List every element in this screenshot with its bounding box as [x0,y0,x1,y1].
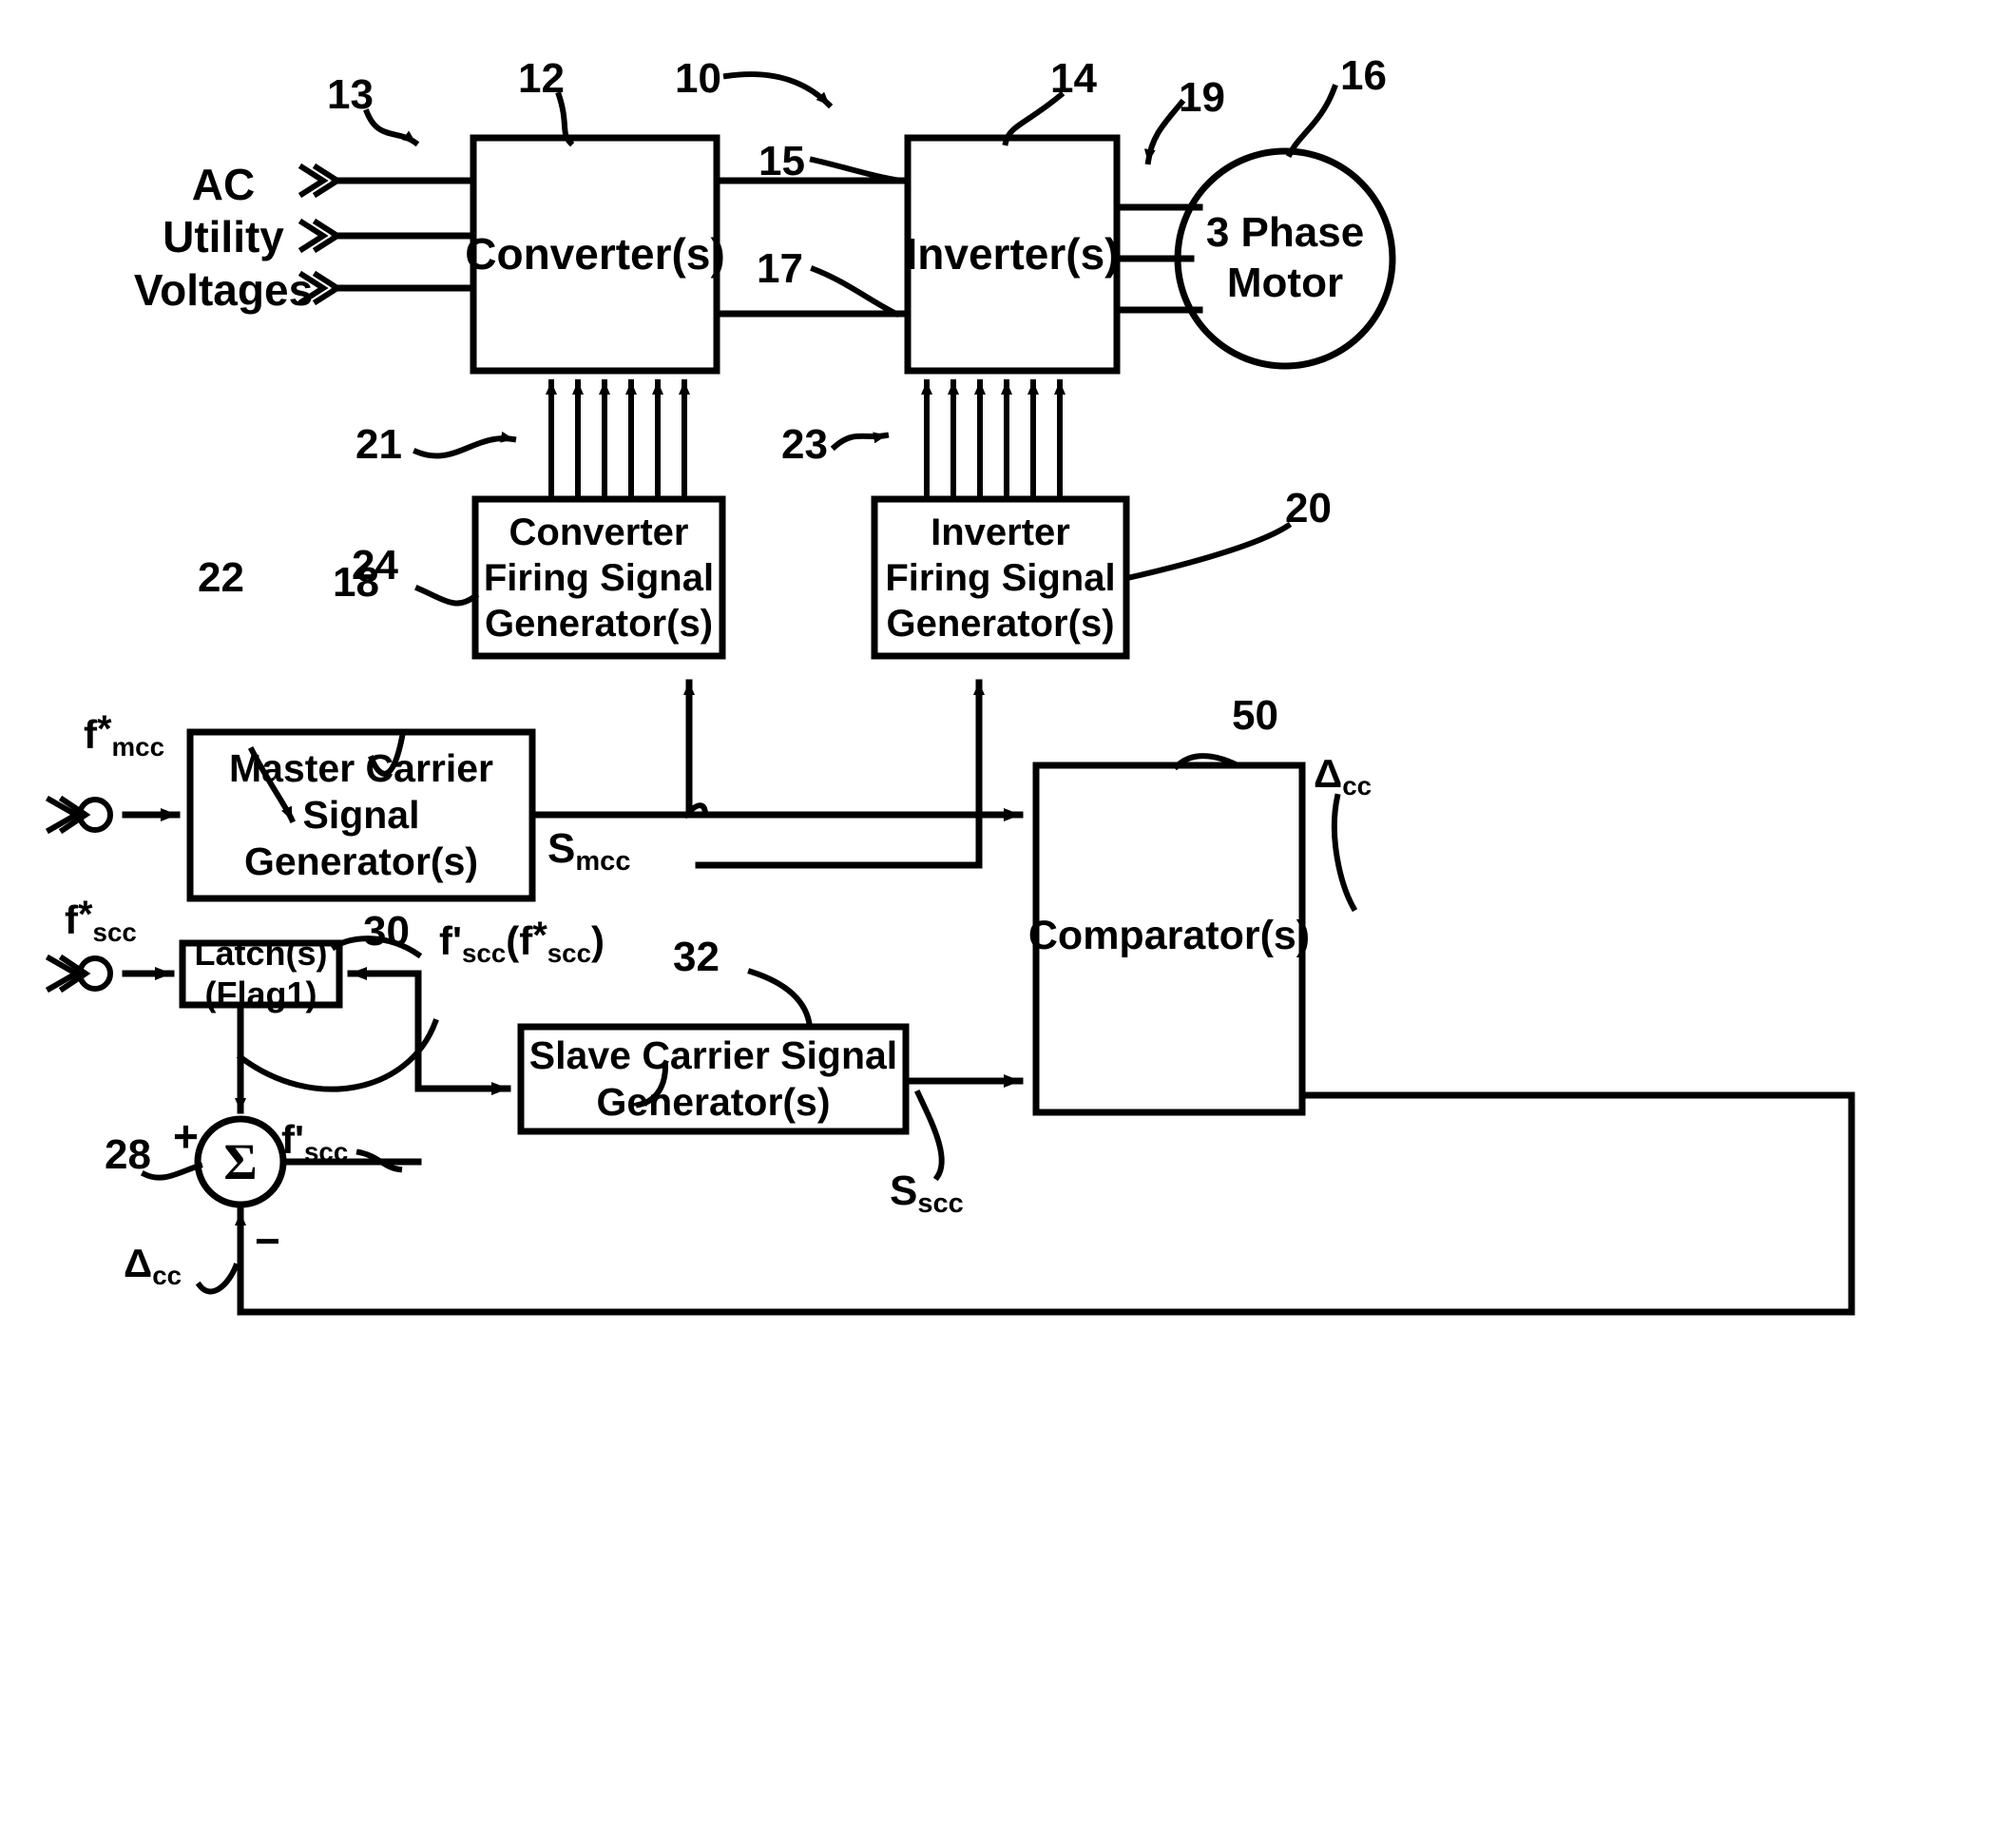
inverter-fsg-label: Inverter Firing Signal Generator(s) [885,511,1116,645]
slave-csg-label: Slave Carrier Signal Generator(s) [528,1032,898,1124]
signal-f-star-mcc: f*mcc [84,708,165,762]
master-csg-label: Master Carrier Signal Generator(s) [228,745,494,884]
ref-21: 21 [355,421,402,468]
ref-20: 20 [1285,485,1332,531]
signal-f-prime-scc: f'scc [281,1117,349,1167]
signal-s-scc: Sscc [890,1167,964,1220]
ref-10: 10 [675,55,721,102]
ac-utility-voltages-label: AC Utility Voltages [133,160,314,315]
signal-f-prime-scc-of-f-star-scc: f'scc(f*scc) [439,915,605,968]
patent-figure: AC Utility Voltages Converter(s) Inverte… [0,0,2016,1833]
ref-22: 22 [198,554,244,601]
ref-24: 24 [352,542,398,588]
ref-17: 17 [757,245,803,292]
motor-label: 3 Phase Motor [1205,209,1365,306]
signal-f-star-scc: f*scc [65,894,137,947]
ref-50: 50 [1232,692,1278,739]
ref-19: 19 [1179,74,1225,121]
ref-23: 23 [781,421,828,468]
summing-minus-sign: − [255,1216,280,1265]
ref-15: 15 [758,138,805,184]
comparator-label: Comparator(s) [1027,913,1311,959]
converter-block-label: Converter(s) [465,228,725,279]
signal-delta-cc-right: Δcc [1314,751,1373,801]
inverter-block-label: Inverter(s) [905,228,1120,279]
ref-28: 28 [105,1131,151,1178]
ref-32: 32 [673,934,720,980]
summing-plus-sign: + [173,1111,199,1161]
ref-12: 12 [518,55,565,102]
signal-delta-cc-left: Δcc [124,1241,182,1290]
converter-fsg-label: Converter Firing Signal Generator(s) [483,511,715,645]
latch-label: Latch(s) (Flag1) [194,933,328,1013]
ref-30: 30 [363,908,410,955]
signal-s-mcc: Smcc [547,825,631,878]
summing-junction-sigma: Σ [223,1132,258,1190]
ref-13: 13 [327,71,374,118]
ref-14: 14 [1050,55,1097,102]
ref-16: 16 [1340,52,1387,99]
